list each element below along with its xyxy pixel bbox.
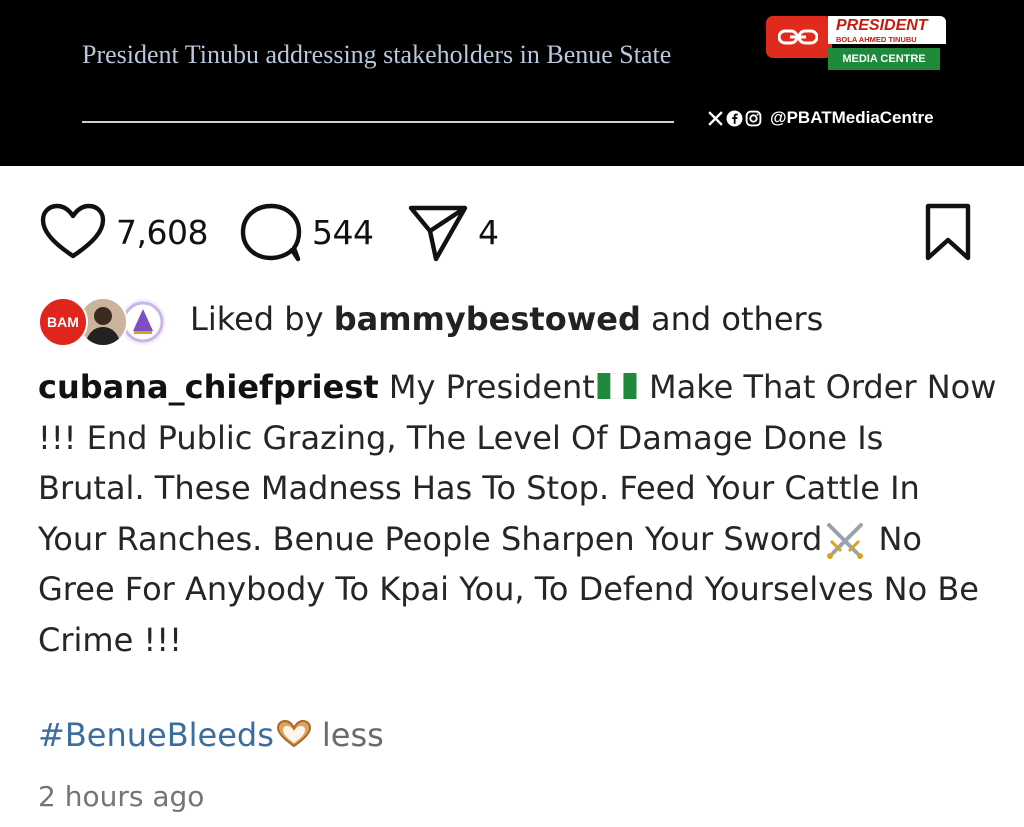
post-username[interactable]: cubana_chiefpriest	[38, 368, 379, 406]
heart-icon	[40, 203, 106, 259]
post-image-banner: President Tinubu addressing stakeholders…	[0, 0, 1024, 166]
comment-button[interactable]: 544	[238, 200, 374, 264]
bookmark-icon	[925, 203, 971, 261]
share-button[interactable]: 4	[406, 200, 499, 264]
logo-bar: MEDIA CENTRE	[828, 48, 940, 70]
media-centre-logo: PRESIDENT BOLA AHMED TINUBU MEDIA CENTRE	[766, 8, 946, 74]
logo-subtitle: BOLA AHMED TINUBU	[836, 35, 917, 44]
hashtag-row: #BenueBleeds less	[38, 716, 384, 754]
liked-by-text: Liked by bammybestowed and others	[190, 300, 824, 338]
comment-count: 544	[312, 212, 374, 252]
send-icon	[408, 205, 468, 262]
x-icon	[708, 110, 723, 126]
comment-icon	[240, 203, 302, 262]
like-count: 7,608	[116, 212, 208, 252]
liked-by-row[interactable]: BAM Liked by bammybestowed and others	[38, 294, 998, 350]
nigeria-flag-icon	[597, 373, 637, 399]
share-count: 4	[478, 212, 499, 252]
facebook-icon	[726, 110, 743, 126]
social-handles: @PBATMediaCentre	[707, 108, 934, 128]
hashtag-link[interactable]: #BenueBleeds	[38, 716, 274, 754]
image-caption: President Tinubu addressing stakeholders…	[82, 40, 672, 69]
social-handle-text: @PBATMediaCentre	[770, 108, 934, 127]
instagram-icon	[745, 110, 762, 126]
save-button[interactable]	[922, 202, 974, 266]
post-timestamp[interactable]: 2 hours ago	[38, 780, 204, 813]
chain-link-icon	[766, 16, 832, 58]
avatar[interactable]: BAM	[38, 297, 88, 347]
caption-divider	[82, 121, 674, 123]
liked-by-username[interactable]: bammybestowed	[334, 300, 641, 338]
like-button[interactable]: 7,608	[38, 200, 208, 264]
heart-hands-icon	[276, 719, 311, 748]
crossed-swords-icon	[827, 522, 864, 559]
post-action-bar: 7,608 544 4	[38, 200, 988, 264]
less-toggle[interactable]: less	[322, 716, 384, 754]
post-caption: cubana_chiefpriest My President Make Tha…	[38, 368, 997, 659]
